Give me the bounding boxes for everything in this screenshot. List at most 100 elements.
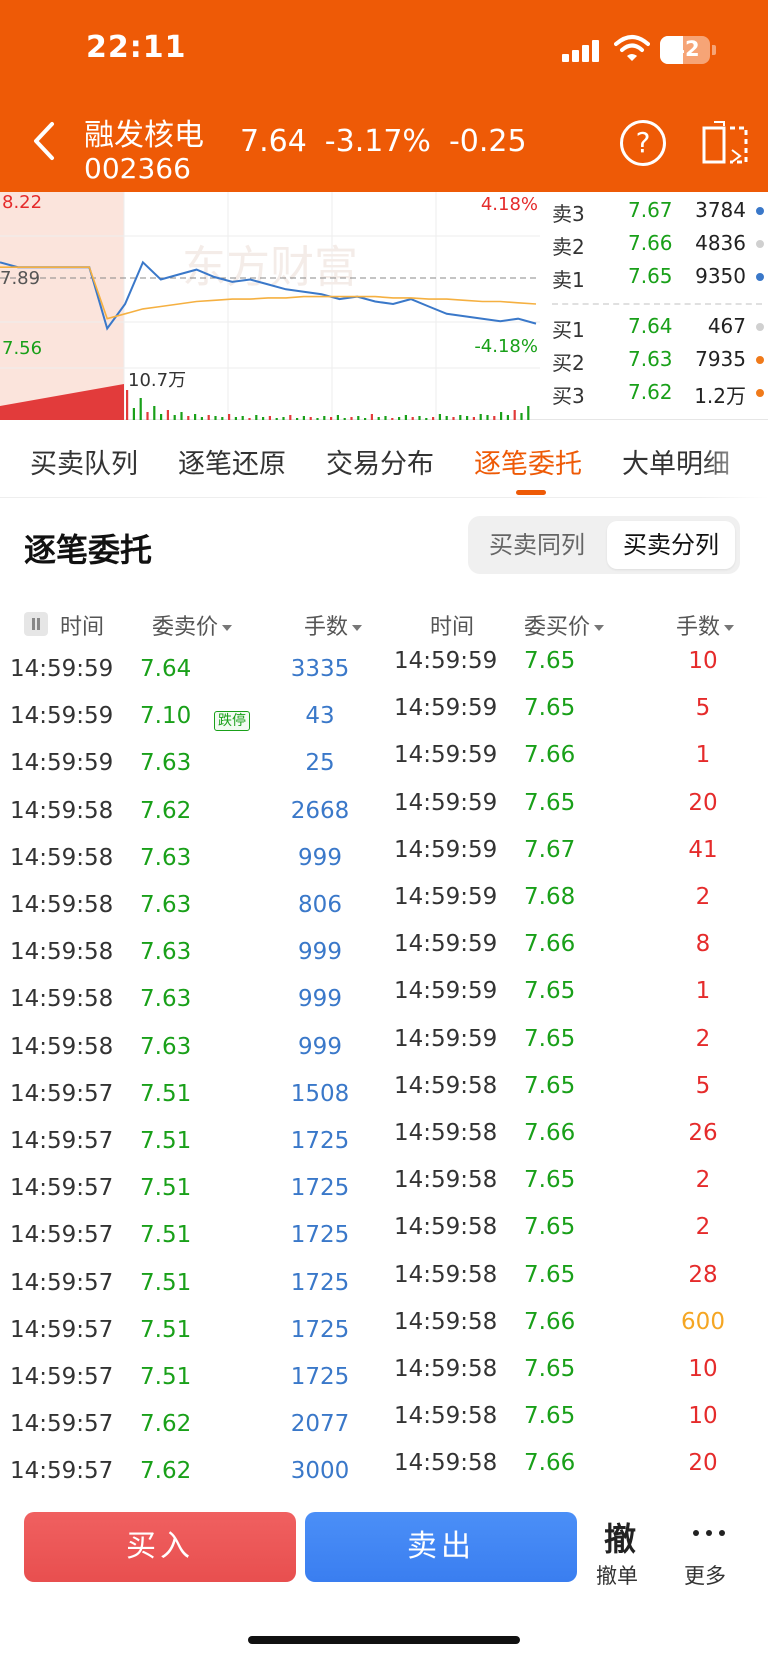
order-time: 14:59:57 — [10, 1222, 114, 1249]
sell-price: 7.63 — [140, 844, 192, 871]
sell-order-row: 14:59:58 7.63 999 — [10, 986, 380, 1026]
col-header-sell-price[interactable]: 委卖价 — [152, 609, 233, 641]
cancel-order-label[interactable]: 撤单 — [596, 1560, 638, 1590]
col-header-buy-price[interactable]: 委买价 — [524, 609, 605, 641]
sell-price: 7.64 — [140, 656, 192, 682]
signal-icon — [562, 38, 602, 62]
volume-bar — [527, 406, 530, 420]
sell-volume: 43 — [305, 703, 335, 730]
sell-order-row: 14:59:58 7.63 999 — [10, 845, 380, 885]
help-button[interactable]: ? — [620, 120, 666, 166]
buy-order-row: 14:59:59 7.65 20 — [394, 790, 764, 830]
bid-row-3: 买3 7.62 1.2万 — [552, 378, 766, 408]
order-time: 14:59:57 — [10, 1411, 114, 1438]
chart-low-pct: -4.18% — [474, 336, 538, 357]
chart-high-pct: 4.18% — [481, 194, 538, 215]
sell-order-row: 14:59:57 7.51 1725 — [10, 1364, 380, 1404]
order-time: 14:59:57 — [10, 1175, 114, 1202]
volume-bar — [153, 406, 156, 420]
tab-orders[interactable]: 逐笔委托 — [474, 442, 582, 481]
sell-order-row: 14:59:58 7.63 806 — [10, 892, 380, 932]
sell-order-row: 14:59:58 7.63 999 — [10, 1034, 380, 1074]
buy-order-row: 14:59:59 7.65 2 — [394, 1026, 764, 1066]
buy-volume: 5 — [695, 695, 711, 722]
sell-volume: 1725 — [290, 1175, 350, 1202]
sell-order-row: 14:59:58 7.63 999 — [10, 939, 380, 979]
pause-icon[interactable] — [24, 612, 48, 636]
chart-high-price: 8.22 — [2, 192, 42, 213]
order-time: 14:59:59 — [10, 703, 114, 730]
buy-price: 7.65 — [524, 1167, 576, 1194]
ask-dot-icon — [756, 273, 764, 281]
order-time: 14:59:59 — [394, 931, 498, 958]
buy-volume: 10 — [688, 648, 718, 674]
tab-distribution[interactable]: 交易分布 — [326, 442, 434, 481]
section-title: 逐笔委托 — [24, 531, 153, 569]
intraday-chart[interactable]: 东方财富 8.22 7.89 7.56 4.18% -4.18% 10.7万 — [0, 192, 540, 420]
battery-icon: 42 — [660, 36, 716, 64]
sell-price: 7.51 — [140, 1364, 192, 1390]
buy-volume: 5 — [695, 1072, 711, 1099]
order-time: 14:59:59 — [394, 884, 498, 910]
buy-order-row: 14:59:58 7.66 26 — [394, 1120, 764, 1160]
buy-volume: 26 — [688, 1120, 718, 1146]
sell-price: 7.62 — [140, 1411, 192, 1438]
bottom-bar: 买入 卖出 撤 撤单 更多 — [0, 1494, 768, 1663]
chart-volume-label: 10.7万 — [128, 370, 186, 391]
back-icon[interactable] — [26, 118, 62, 164]
wifi-icon — [614, 35, 650, 61]
buy-volume: 1 — [695, 978, 711, 1005]
buy-order-row: 14:59:58 7.66 20 — [394, 1450, 764, 1490]
sell-order-row: 14:59:58 7.62 2668 — [10, 798, 380, 838]
battery-level: 42 — [670, 37, 700, 61]
buy-button[interactable]: 买入 — [24, 1512, 296, 1582]
order-time: 14:59:58 — [10, 986, 114, 1013]
buy-price: 7.65 — [524, 695, 576, 722]
sell-order-row: 14:59:57 7.51 1508 — [10, 1081, 380, 1121]
tab-queue[interactable]: 买卖队列 — [30, 442, 138, 481]
layout-toggle: 买卖同列 买卖分列 — [468, 516, 740, 574]
sell-volume: 999 — [298, 1033, 342, 1060]
buy-volume: 20 — [688, 1450, 718, 1477]
toggle-split-column[interactable]: 买卖分列 — [607, 521, 735, 569]
sell-volume: 1725 — [290, 1222, 350, 1249]
order-time: 14:59:58 — [10, 844, 114, 871]
stock-code: 002366 — [84, 152, 191, 185]
buy-volume: 2 — [695, 1214, 711, 1241]
order-time: 14:59:58 — [394, 1072, 498, 1099]
order-time: 14:59:59 — [394, 836, 498, 863]
order-time: 14:59:57 — [10, 1458, 114, 1485]
buy-volume: 2 — [695, 884, 711, 910]
buy-price: 7.68 — [524, 884, 576, 910]
more-icon[interactable] — [693, 1530, 725, 1538]
volume-bar — [126, 390, 129, 420]
buy-volume: 41 — [688, 836, 718, 863]
sell-button[interactable]: 卖出 — [305, 1512, 577, 1582]
order-time: 14:59:57 — [10, 1316, 114, 1343]
buy-volume: 28 — [688, 1261, 718, 1288]
home-indicator[interactable] — [248, 1636, 520, 1644]
sell-volume: 2668 — [290, 797, 350, 824]
buy-order-row: 14:59:59 7.68 2 — [394, 884, 764, 924]
volume-bar — [513, 410, 516, 420]
sell-order-row: 14:59:57 7.51 1725 — [10, 1270, 380, 1310]
col-header-time-right: 时间 — [430, 615, 475, 640]
buy-order-row: 14:59:59 7.65 10 — [394, 648, 764, 688]
tab-replay[interactable]: 逐笔还原 — [178, 442, 286, 481]
col-header-volume-left[interactable]: 手数 — [304, 609, 363, 641]
buy-order-row: 14:59:58 7.65 10 — [394, 1403, 764, 1443]
sort-caret-icon — [724, 625, 735, 631]
sell-volume: 1725 — [290, 1269, 350, 1296]
toggle-same-column[interactable]: 买卖同列 — [473, 521, 601, 569]
stock-change: -0.25 — [448, 124, 527, 159]
buy-order-row: 14:59:58 7.65 28 — [394, 1262, 764, 1302]
sort-caret-icon — [222, 625, 233, 631]
switch-layout-icon[interactable] — [702, 120, 750, 166]
order-time: 14:59:58 — [394, 1214, 498, 1241]
stock-name: 融发核电 — [84, 118, 204, 153]
more-label[interactable]: 更多 — [684, 1560, 726, 1590]
cancel-order-icon[interactable]: 撤 — [600, 1514, 640, 1560]
order-book[interactable]: 卖3 7.67 3784 卖2 7.66 4836 卖1 7.65 9350 买… — [544, 192, 768, 420]
col-header-volume-right[interactable]: 手数 — [676, 609, 735, 641]
sell-price: 7.51 — [140, 1269, 192, 1296]
